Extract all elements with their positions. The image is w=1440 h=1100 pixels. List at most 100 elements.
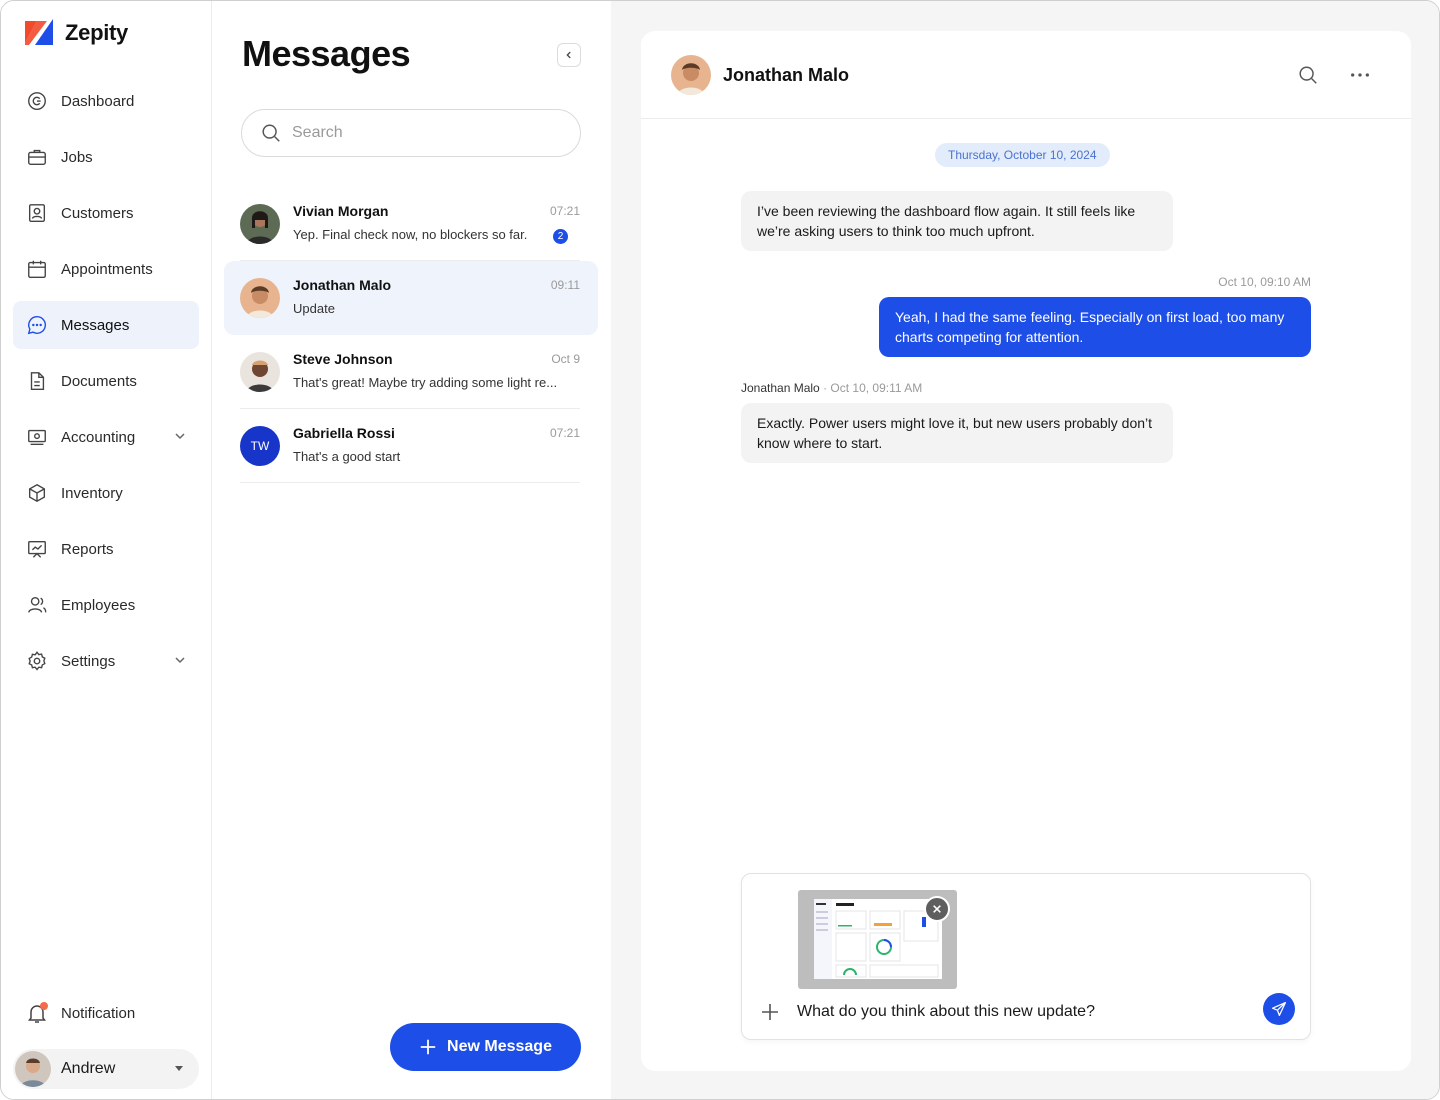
sidebar-item-accounting[interactable]: Accounting bbox=[13, 413, 199, 461]
send-icon bbox=[1271, 1001, 1287, 1017]
chevron-down-icon[interactable] bbox=[173, 653, 187, 667]
sidebar-item-label: Employees bbox=[61, 596, 136, 614]
zepity-logo-icon bbox=[25, 19, 53, 45]
chevron-down-icon[interactable] bbox=[173, 429, 187, 443]
page-title: Messages bbox=[242, 33, 411, 74]
app-logo[interactable]: Zepity bbox=[25, 19, 128, 47]
chat-header: Jonathan Malo bbox=[641, 31, 1411, 119]
avatar[interactable] bbox=[671, 55, 711, 95]
conversation-name: Jonathan Malo bbox=[293, 277, 392, 293]
sidebar-item-customers[interactable]: Customers bbox=[13, 189, 199, 237]
message-input[interactable] bbox=[797, 1000, 1237, 1024]
conversation-item[interactable]: Steve Johnson Oct 9 That's great! Maybe … bbox=[224, 335, 598, 409]
conversation-item[interactable]: TW Gabriella Rossi 07:21 That's a good s… bbox=[224, 409, 598, 483]
message-sender: Jonathan Malo bbox=[741, 381, 820, 395]
conversation-preview: Update bbox=[293, 301, 335, 316]
gear-icon bbox=[25, 649, 49, 673]
sidebar-item-label: Settings bbox=[61, 652, 116, 670]
conversation-name: Gabriella Rossi bbox=[293, 425, 395, 441]
search-icon bbox=[262, 124, 280, 142]
document-icon bbox=[25, 369, 49, 393]
message-meta: Jonathan Malo · Oct 10, 09:11 AM bbox=[741, 381, 922, 395]
remove-attachment-button[interactable] bbox=[924, 896, 950, 922]
unread-badge: 2 bbox=[553, 229, 568, 244]
sidebar-item-dashboard[interactable]: Dashboard bbox=[13, 77, 199, 125]
conversation-time: 09:11 bbox=[550, 278, 580, 292]
chevron-left-icon bbox=[566, 51, 571, 59]
avatar bbox=[240, 278, 280, 318]
conversation-time: 07:21 bbox=[549, 204, 580, 218]
sidebar-item-reports[interactable]: Reports bbox=[13, 525, 199, 573]
conversation-time: Oct 9 bbox=[551, 352, 580, 366]
new-message-button[interactable]: New Message bbox=[390, 1023, 581, 1071]
sidebar-item-label: Accounting bbox=[61, 428, 136, 446]
message-bubble-incoming: Exactly. Power users might love it, but … bbox=[741, 403, 1173, 463]
calendar-icon bbox=[25, 257, 49, 281]
conversation-preview: Yep. Final check now, no blockers so far… bbox=[293, 227, 528, 242]
conversation-time: 07:21 bbox=[549, 426, 580, 440]
new-message-label: New Message bbox=[447, 1038, 552, 1055]
attachment-preview-image bbox=[814, 899, 942, 979]
close-icon bbox=[933, 905, 941, 913]
users-icon bbox=[25, 593, 49, 617]
sidebar-item-label: Customers bbox=[61, 204, 134, 222]
avatar: TW bbox=[240, 426, 280, 466]
sidebar-item-documents[interactable]: Documents bbox=[13, 357, 199, 405]
divider bbox=[240, 482, 580, 483]
conversation-list-panel: Messages Vivian Morgan 07:21 Yep. Final … bbox=[212, 1, 611, 1099]
sidebar-item-label: Reports bbox=[61, 540, 114, 558]
send-button[interactable] bbox=[1263, 993, 1295, 1025]
sidebar-item-messages[interactable]: Messages bbox=[13, 301, 199, 349]
box-icon bbox=[25, 481, 49, 505]
caret-down-icon bbox=[175, 1066, 183, 1071]
message-timestamp: · Oct 10, 09:11 AM bbox=[823, 381, 923, 395]
search-input[interactable] bbox=[292, 124, 552, 142]
avatar bbox=[15, 1051, 51, 1087]
sidebar-item-inventory[interactable]: Inventory bbox=[13, 469, 199, 517]
message-bubble-incoming: I’ve been reviewing the dashboard flow a… bbox=[741, 191, 1173, 251]
avatar bbox=[240, 204, 280, 244]
conversation-name: Vivian Morgan bbox=[293, 203, 389, 219]
dashboard-icon bbox=[25, 89, 49, 113]
search-icon[interactable] bbox=[1297, 64, 1319, 86]
notification-dot bbox=[40, 1002, 48, 1010]
search-box[interactable] bbox=[241, 109, 581, 157]
sidebar-item-label: Messages bbox=[61, 316, 130, 334]
chat-icon bbox=[25, 313, 49, 337]
message-timestamp: Oct 10, 09:10 AM bbox=[1218, 275, 1311, 289]
sidebar-item-settings[interactable]: Settings bbox=[13, 637, 199, 685]
contact-name[interactable]: Jonathan Malo bbox=[723, 65, 849, 86]
app-name: Zepity bbox=[65, 20, 128, 45]
sidebar-nav: Dashboard Jobs Customers Appointments Me… bbox=[13, 77, 199, 693]
plus-icon bbox=[420, 1039, 436, 1055]
sidebar-item-employees[interactable]: Employees bbox=[13, 581, 199, 629]
accounting-icon bbox=[25, 425, 49, 449]
message-composer bbox=[741, 873, 1311, 1040]
notification-label: Notification bbox=[61, 1004, 136, 1022]
conversation-item[interactable]: Vivian Morgan 07:21 Yep. Final check now… bbox=[224, 187, 598, 261]
sidebar-item-label: Inventory bbox=[61, 484, 123, 502]
conversation-item[interactable]: Jonathan Malo 09:11 Update bbox=[224, 261, 598, 335]
date-divider: Thursday, October 10, 2024 bbox=[935, 143, 1110, 167]
add-attachment-icon[interactable] bbox=[760, 1002, 780, 1022]
sidebar-item-jobs[interactable]: Jobs bbox=[13, 133, 199, 181]
report-icon bbox=[25, 537, 49, 561]
collapse-panel-button[interactable] bbox=[557, 43, 581, 67]
sidebar-item-appointments[interactable]: Appointments bbox=[13, 245, 199, 293]
user-menu[interactable]: Andrew bbox=[13, 1049, 199, 1089]
sidebar: Zepity Dashboard Jobs Customers Appointm… bbox=[1, 1, 212, 1099]
conversation-preview: That's great! Maybe try adding some ligh… bbox=[293, 375, 558, 390]
avatar bbox=[240, 352, 280, 392]
user-name: Andrew bbox=[61, 1060, 116, 1077]
sidebar-item-label: Appointments bbox=[61, 260, 153, 278]
conversation-name: Steve Johnson bbox=[293, 351, 393, 367]
notification-button[interactable]: Notification bbox=[25, 1001, 135, 1025]
app-window: Zepity Dashboard Jobs Customers Appointm… bbox=[0, 0, 1440, 1100]
conversation-preview: That's a good start bbox=[293, 449, 401, 464]
more-options-icon[interactable] bbox=[1349, 64, 1371, 86]
sidebar-item-label: Documents bbox=[61, 372, 137, 390]
bell-icon bbox=[25, 1001, 49, 1025]
sidebar-item-label: Jobs bbox=[61, 148, 93, 166]
sidebar-item-label: Dashboard bbox=[61, 92, 135, 110]
customer-icon bbox=[25, 201, 49, 225]
